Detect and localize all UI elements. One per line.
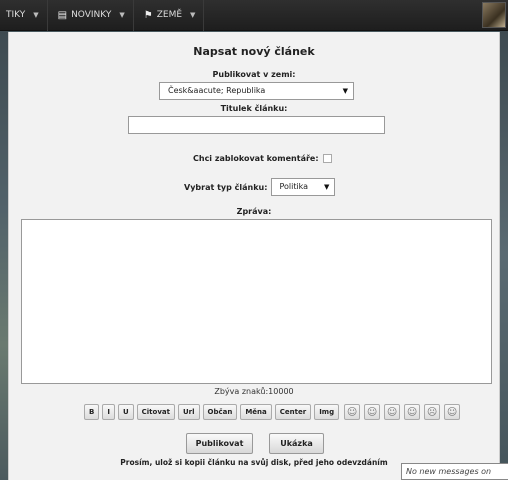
article-title-label: Titulek článku: [220,104,288,113]
background-right [500,30,508,480]
country-select[interactable]: Česk&aacute; Republika ▼ [159,82,354,100]
block-comments-checkbox[interactable] [322,154,332,163]
smiley-icon[interactable]: ☺ [444,404,461,420]
background-left [0,30,8,480]
smiley-icon[interactable]: ☺ [344,404,361,420]
dropdown-arrow-icon: ▼ [324,183,330,191]
country-select-value: Česk&aacute; Republika [168,86,266,95]
underline-button[interactable]: U [117,404,134,420]
nav-item-label: TIKY [6,10,26,20]
smiley-icon[interactable]: ☺ [404,404,421,420]
nav-item-novinky[interactable]: ▤ NOVINKY ▼ [48,0,134,31]
center-button[interactable]: Center [274,404,312,420]
chars-left-counter: Zbýva znaků:10000 [214,387,294,396]
article-type-select[interactable]: Politika ▼ [271,178,336,196]
new-article-form: Napsat nový článek Publikovat v zemi: Če… [8,32,500,480]
block-comments-label: Chci zablokovat komentáře: [193,154,319,163]
citizen-button[interactable]: Občan [202,404,238,420]
avatar[interactable] [482,2,506,28]
formatting-toolbar: B I U Citovat Url Občan Měna Center Img … [84,404,462,420]
article-type-value: Politika [279,182,309,191]
article-type-row: Vybrat typ článku: Politika ▼ [184,178,336,196]
article-type-label: Vybrat typ článku: [184,182,268,192]
country-label: Publikovat v zemi: [212,70,296,79]
img-button[interactable]: Img [314,404,340,420]
smiley-icon[interactable]: ☺ [364,404,381,420]
message-textarea[interactable] [21,219,492,384]
article-title-input[interactable] [128,116,385,134]
messages-status[interactable]: No new messages on [401,463,508,480]
nav-item-tiky[interactable]: TIKY ▼ [0,0,48,31]
italic-button[interactable]: I [102,404,115,420]
currency-button[interactable]: Měna [240,404,272,420]
preview-button[interactable]: Ukázka [269,433,324,454]
quote-button[interactable]: Citovat [136,404,175,420]
top-navbar: TIKY ▼ ▤ NOVINKY ▼ ⚑ ZEMĚ ▼ [0,0,508,31]
page-title: Napsat nový článek [193,45,315,58]
dropdown-arrow-icon: ▼ [342,87,348,95]
url-button[interactable]: Url [177,404,200,420]
nav-item-zeme[interactable]: ⚑ ZEMĚ ▼ [134,0,205,31]
bold-button[interactable]: B [84,404,100,420]
message-label: Zpráva: [236,207,272,216]
flag-icon: ⚑ [143,9,153,21]
nav-item-label: ZEMĚ [156,10,183,20]
newspaper-icon: ▤ [57,9,68,21]
caret-down-icon: ▼ [119,11,125,19]
caret-down-icon: ▼ [33,11,39,19]
caret-down-icon: ▼ [190,11,196,19]
nav-item-label: NOVINKY [71,10,112,20]
frown-icon[interactable]: ☹ [424,404,441,420]
block-comments-row: Chci zablokovat komentáře: [193,154,332,163]
publish-button[interactable]: Publikovat [186,433,253,454]
smiley-icon[interactable]: ☺ [384,404,401,420]
